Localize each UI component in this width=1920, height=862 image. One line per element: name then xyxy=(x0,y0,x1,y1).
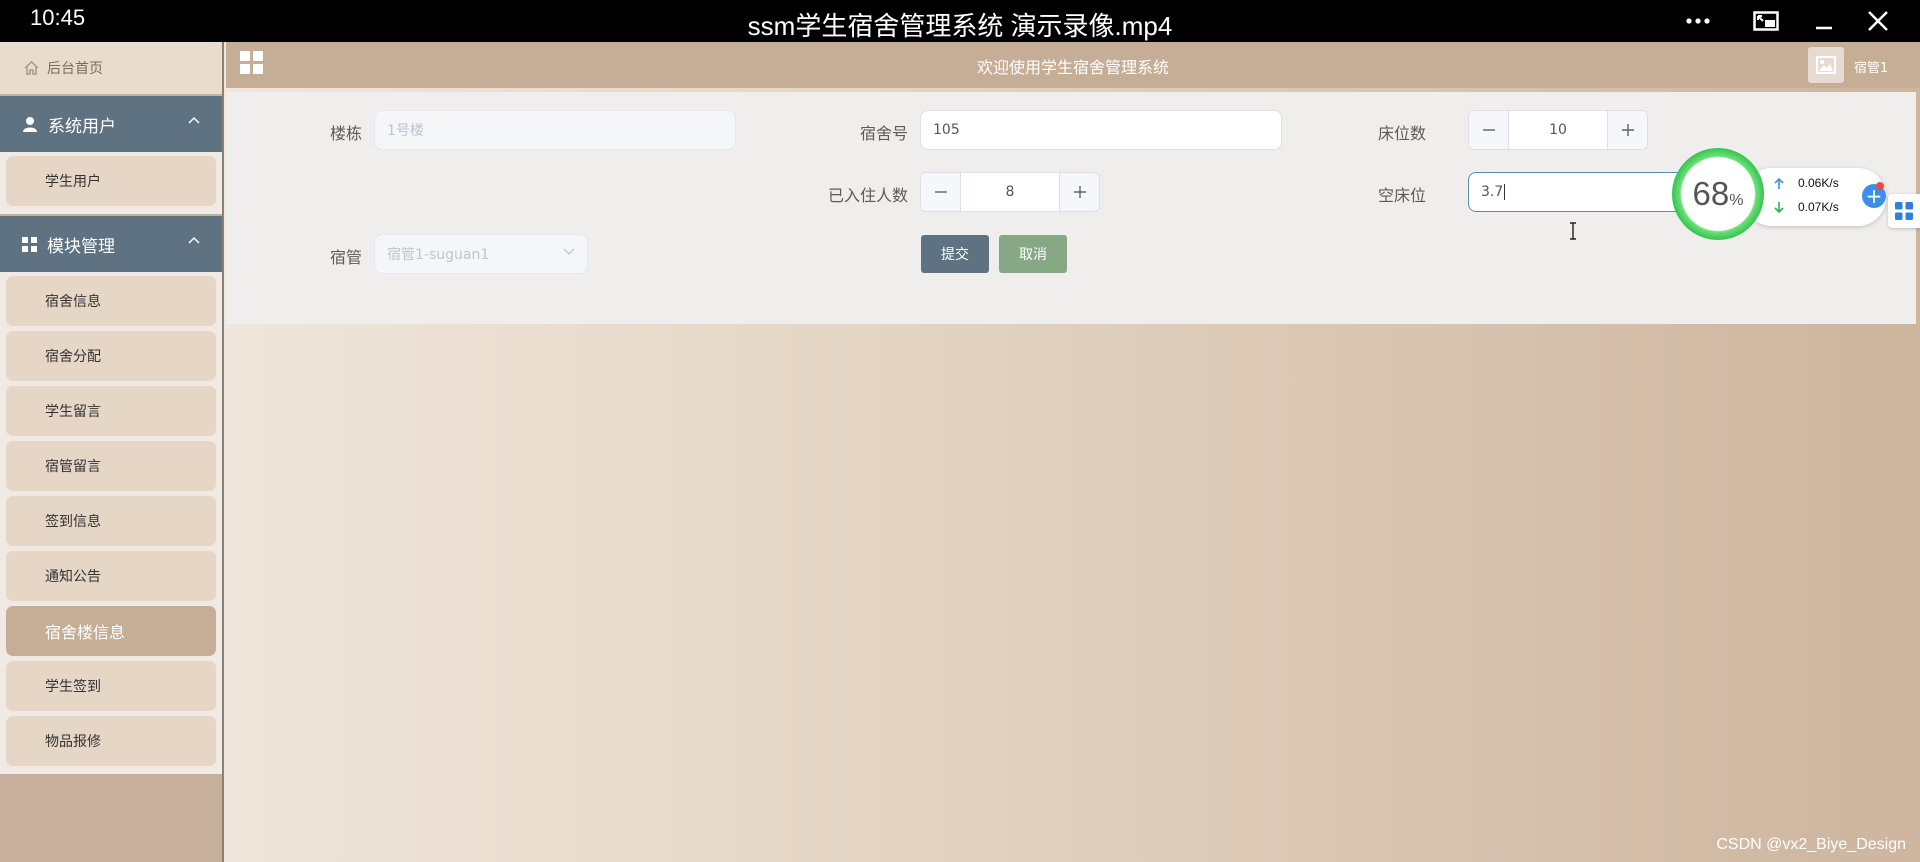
memory-usage-percent: 68 xyxy=(1692,175,1730,212)
text-cursor-icon xyxy=(1568,222,1578,244)
more-options-icon[interactable] xyxy=(1680,6,1716,36)
top-bar: 欢迎使用学生宿舍管理系统 宿管1 xyxy=(226,42,1920,88)
sidebar-item-student-users[interactable]: 学生用户 xyxy=(6,156,216,206)
player-video-title: ssm学生宿舍管理系统 演示录像.mp4 xyxy=(747,11,1173,41)
download-speed: 0.07K/s xyxy=(1774,200,1839,214)
memory-usage-ring[interactable]: 68% xyxy=(1672,148,1764,240)
empty-beds-value: 3.7 xyxy=(1481,184,1504,200)
player-title-bar: 10:45 ssm学生宿舍管理系统 演示录像.mp4 xyxy=(0,0,1920,42)
chevron-up-icon xyxy=(188,116,200,124)
app-window: 后台首页 系统用户 学生用户 模块管理 宿舍信息 宿舍分配 学生留言 宿管留言 … xyxy=(0,42,1920,862)
sidebar-group-items: 学生用户 xyxy=(0,152,222,214)
sidebar-item-dorm-info[interactable]: 宿舍信息 xyxy=(6,276,216,326)
occupied-stepper[interactable]: 8 xyxy=(920,172,1100,212)
sidebar-item-dorm-allocation[interactable]: 宿舍分配 xyxy=(6,331,216,381)
sidebar-home-label: 后台首页 xyxy=(47,61,103,77)
apps-grid-icon[interactable] xyxy=(1888,194,1920,228)
sidebar-group-items: 宿舍信息 宿舍分配 学生留言 宿管留言 签到信息 通知公告 宿舍楼信息 学生签到… xyxy=(0,272,222,774)
bed-count-value[interactable]: 10 xyxy=(1509,111,1607,149)
manager-label: 宿管 xyxy=(329,248,362,267)
bed-count-label: 床位数 xyxy=(1377,124,1426,143)
home-icon xyxy=(24,61,39,75)
sidebar-item-student-messages[interactable]: 学生留言 xyxy=(6,386,216,436)
decrement-button[interactable] xyxy=(1469,111,1509,149)
sidebar-group-label: 模块管理 xyxy=(47,236,115,257)
occupied-value[interactable]: 8 xyxy=(961,173,1059,211)
empty-beds-label: 空床位 xyxy=(1377,186,1426,205)
building-label: 楼栋 xyxy=(329,124,362,143)
arrow-down-icon xyxy=(1774,201,1784,213)
sidebar-home-link[interactable]: 后台首页 xyxy=(0,42,222,94)
sidebar-item-repairs[interactable]: 物品报修 xyxy=(6,716,216,766)
upload-speed: 0.06K/s xyxy=(1774,176,1839,190)
watermark: CSDN @vx2_Biye_Design xyxy=(1716,836,1906,853)
building-input: 1号楼 xyxy=(374,110,736,150)
bed-count-stepper[interactable]: 10 xyxy=(1468,110,1648,150)
edit-form: 楼栋 1号楼 宿舍号 105 床位数 10 已入住人数 8 空床位 3.7 宿管… xyxy=(226,92,1916,324)
notification-dot xyxy=(1876,182,1884,190)
decrement-button[interactable] xyxy=(921,173,961,211)
image-icon xyxy=(1816,56,1836,74)
chevron-up-icon xyxy=(188,236,200,244)
submit-button[interactable]: 提交 xyxy=(921,235,989,273)
minimize-icon[interactable] xyxy=(1806,6,1842,36)
sidebar-item-manager-messages[interactable]: 宿管留言 xyxy=(6,441,216,491)
manager-select: 宿管1-suguan1 xyxy=(374,234,588,274)
arrow-up-icon xyxy=(1774,177,1784,189)
grid-icon xyxy=(22,236,37,252)
room-number-label: 宿舍号 xyxy=(859,124,908,143)
network-speed-widget[interactable]: 68% 0.06K/s 0.07K/s + xyxy=(1668,144,1890,246)
welcome-title: 欢迎使用学生宿舍管理系统 xyxy=(976,58,1169,77)
close-icon[interactable] xyxy=(1860,6,1896,36)
increment-button[interactable] xyxy=(1607,111,1647,149)
sidebar-group-module-management[interactable]: 模块管理 xyxy=(0,216,222,272)
manager-select-value: 宿管1-suguan1 xyxy=(387,247,490,263)
occupied-label: 已入住人数 xyxy=(827,186,908,205)
username-label[interactable]: 宿管1 xyxy=(1854,57,1888,76)
sidebar: 后台首页 系统用户 学生用户 模块管理 宿舍信息 宿舍分配 学生留言 宿管留言 … xyxy=(0,42,224,862)
sidebar-group-label: 系统用户 xyxy=(48,116,116,137)
chevron-down-icon xyxy=(563,248,575,256)
sidebar-item-student-checkin[interactable]: 学生签到 xyxy=(6,661,216,711)
increment-button[interactable] xyxy=(1059,173,1099,211)
picture-in-picture-icon[interactable] xyxy=(1748,6,1784,36)
avatar[interactable] xyxy=(1808,47,1844,83)
room-number-input[interactable]: 105 xyxy=(920,110,1282,150)
sidebar-group-system-users[interactable]: 系统用户 xyxy=(0,96,222,152)
sidebar-item-dorm-building-info[interactable]: 宿舍楼信息 xyxy=(6,606,216,656)
sidebar-item-announcements[interactable]: 通知公告 xyxy=(6,551,216,601)
cancel-button[interactable]: 取消 xyxy=(999,235,1067,273)
user-icon xyxy=(22,116,38,132)
sidebar-item-checkin-info[interactable]: 签到信息 xyxy=(6,496,216,546)
